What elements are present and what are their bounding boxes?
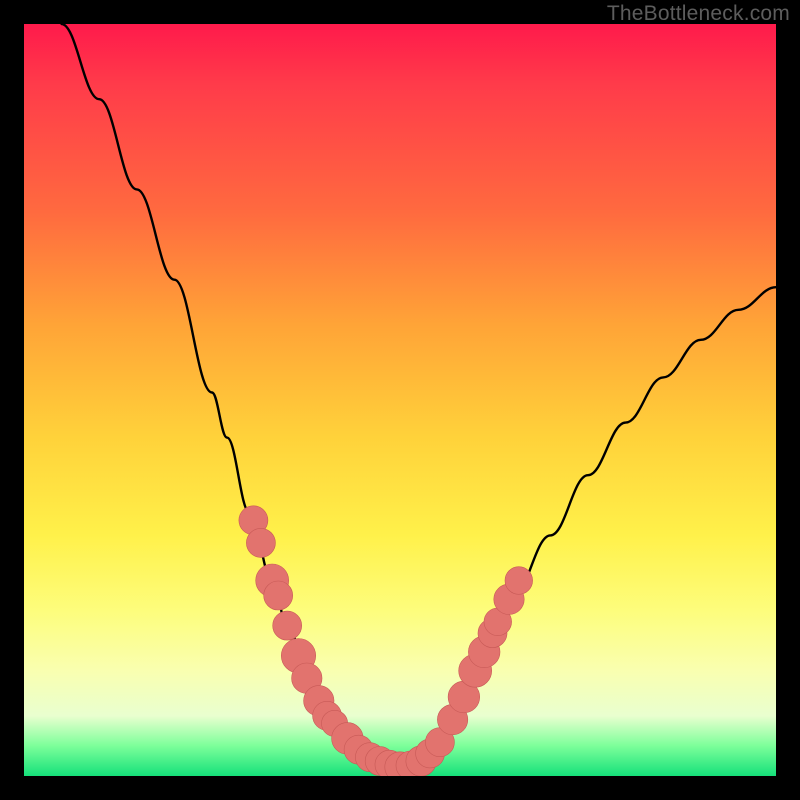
data-markers [239, 506, 533, 776]
data-marker [273, 611, 302, 640]
chart-frame: TheBottleneck.com [0, 0, 800, 800]
chart-svg [24, 24, 776, 776]
data-marker [264, 581, 293, 610]
bottleneck-curve [62, 24, 776, 769]
chart-plot-area [24, 24, 776, 776]
attribution-label: TheBottleneck.com [607, 2, 790, 26]
data-marker [246, 528, 275, 557]
data-marker [505, 567, 533, 595]
